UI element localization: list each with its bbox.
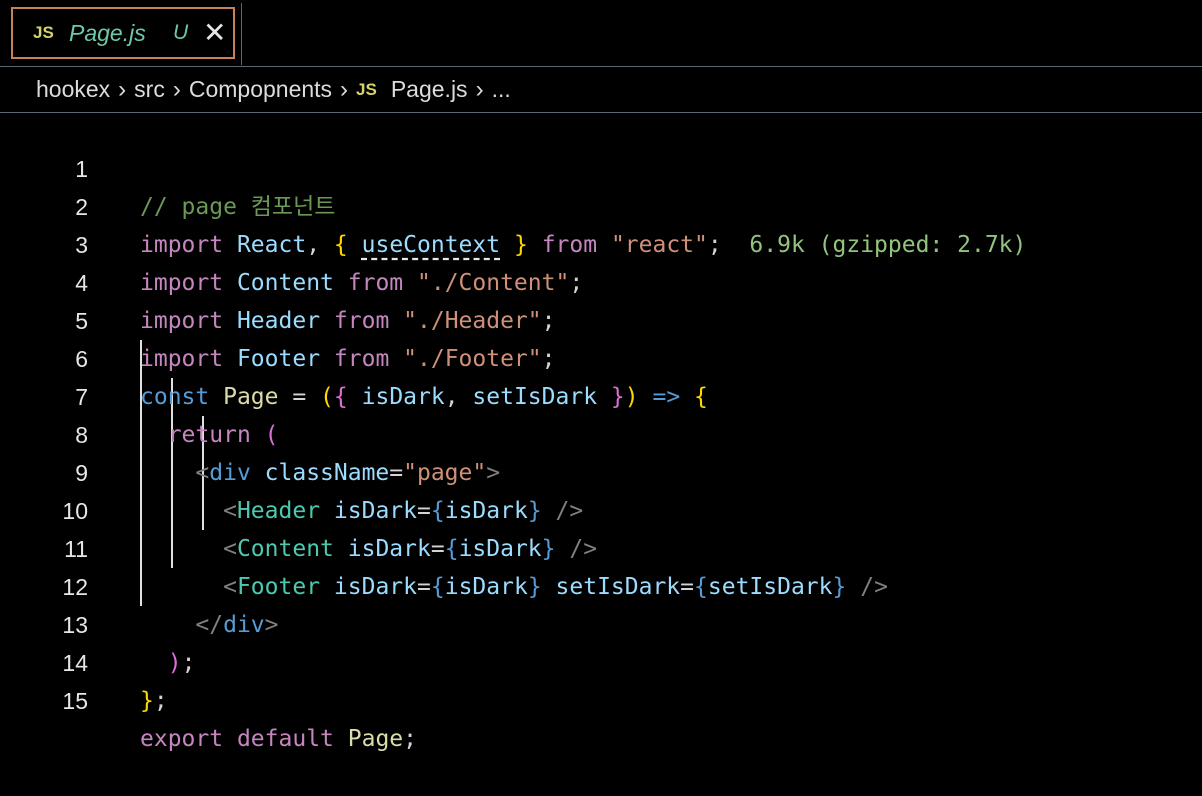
keyword: export [140, 726, 224, 752]
breadcrumb-file[interactable]: Page.js [391, 76, 468, 103]
code-editor[interactable]: 1 // page 컴포넌트 2 import React, { useCont… [0, 112, 1202, 752]
tab-bar: JS Page.js U ✕ [0, 0, 1202, 67]
code-line: 4 import Header from "./Header"; [0, 226, 1202, 334]
code-line: 11 <Footer isDark={isDark} setIsDark={se… [0, 492, 1202, 600]
chevron-right-icon: › [118, 75, 127, 103]
breadcrumb-src[interactable]: src [134, 76, 165, 103]
line-number: 15 [62, 688, 88, 714]
code-line: 14 }; [0, 606, 1202, 714]
code-line: 1 // page 컴포넌트 [0, 112, 1202, 220]
chevron-right-icon: › [340, 75, 349, 103]
code-line: 9 <Header isDark={isDark} /> [0, 416, 1202, 524]
chevron-right-icon: › [172, 75, 181, 103]
tab-filename[interactable]: Page.js [69, 20, 169, 47]
chevron-right-icon: › [475, 75, 484, 103]
breadcrumb-more[interactable]: ... [492, 76, 511, 103]
code-line: 5 import Footer from "./Footer"; [0, 264, 1202, 372]
code-line: 15 export default Page; [0, 644, 1202, 752]
js-file-icon: JS [33, 23, 54, 42]
code-line: 13 ); [0, 568, 1202, 676]
tab-active-frame[interactable]: JS Page.js U ✕ [11, 7, 235, 59]
breadcrumb: hookex › src › Compopnents › JS Page.js … [0, 67, 1202, 113]
tab-page-js[interactable]: JS Page.js U ✕ [4, 3, 242, 65]
code-line: 7 return ( [0, 340, 1202, 448]
code-line: 8 <div className="page"> [0, 378, 1202, 486]
code-line: 12 </div> [0, 530, 1202, 638]
breadcrumb-hookex[interactable]: hookex [36, 76, 110, 103]
keyword: default [236, 726, 334, 752]
code-line: 2 import React, { useContext } from "rea… [0, 150, 1202, 258]
close-icon[interactable]: ✕ [203, 19, 226, 47]
code-line: 3 import Content from "./Content"; [0, 188, 1202, 296]
untracked-status-badge: U [173, 21, 189, 44]
breadcrumb-compopnents[interactable]: Compopnents [189, 76, 332, 103]
identifier: Page [347, 726, 404, 752]
code-line: 6 const Page = ({ isDark, setIsDark }) =… [0, 302, 1202, 410]
js-file-icon: JS [356, 79, 377, 99]
code-line: 10 <Content isDark={isDark} /> [0, 454, 1202, 562]
